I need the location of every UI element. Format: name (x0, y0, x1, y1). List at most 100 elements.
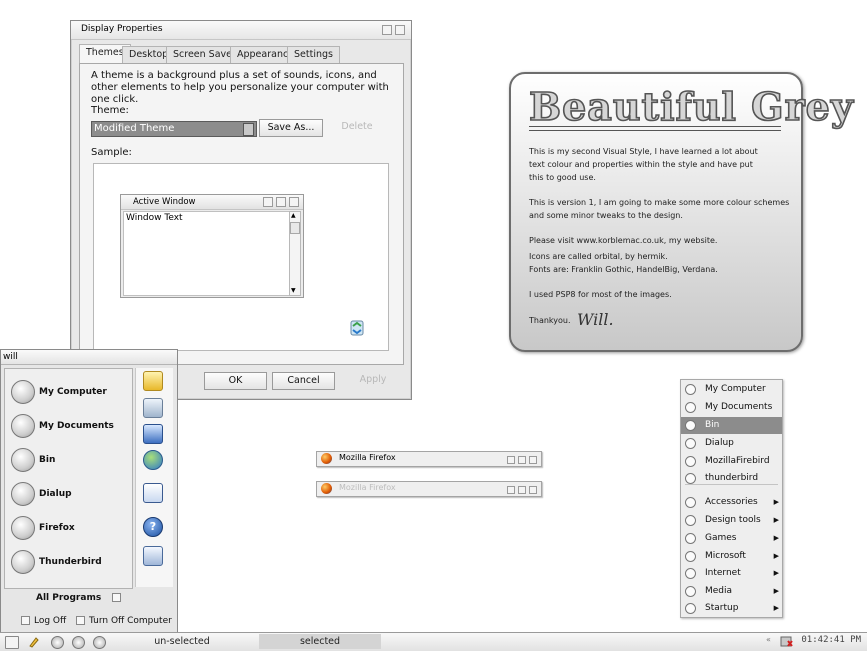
scroll-thumb (290, 222, 300, 234)
menu-item-my-computer[interactable]: My Computer (681, 381, 782, 398)
all-programs-button[interactable]: All Programs (36, 593, 125, 603)
card-line: I used PSP8 for most of the images. (529, 290, 672, 299)
taskbar-button-selected[interactable]: selected (259, 634, 381, 649)
firebird-icon (685, 456, 696, 467)
themes-description: A theme is a background plus a set of so… (91, 70, 389, 105)
close-icon[interactable] (529, 486, 537, 494)
quick-launch-icon[interactable] (72, 636, 85, 649)
clock[interactable]: 01:42:41 PM (801, 635, 861, 645)
start-item-label: Bin (39, 455, 56, 465)
submenu-arrow-icon: ▶ (773, 498, 779, 506)
card-line: This is my second Visual Style, I have l… (529, 147, 758, 156)
cancel-button[interactable]: Cancel (272, 372, 335, 390)
minimize-icon[interactable] (507, 486, 515, 494)
log-off-label: Log Off (34, 616, 67, 626)
tasks-icon[interactable] (143, 483, 163, 503)
start-menu-user: will (1, 350, 177, 365)
taskbar-button-unselected[interactable]: un-selected (122, 634, 242, 649)
card-line: text colour and properties within the st… (529, 160, 753, 169)
start-item-label: My Computer (39, 387, 107, 397)
edit-icon[interactable] (28, 636, 39, 648)
help-icon[interactable]: ? (143, 517, 163, 537)
taskbar: un-selected selected « 01:42:41 PM (0, 632, 867, 651)
menu-folder-internet[interactable]: Internet ▶ (681, 565, 782, 582)
menu-item-label: My Documents (705, 402, 773, 412)
menu-item-dialup[interactable]: Dialup (681, 435, 782, 452)
window-titlebar[interactable]: Display Properties (71, 21, 411, 40)
menu-item-label: Dialup (705, 438, 734, 448)
menu-item-label: Startup (705, 603, 739, 613)
play-icon (685, 568, 696, 579)
menu-folder-media[interactable]: Media ▶ (681, 583, 782, 600)
firefox-icon (11, 516, 35, 540)
menu-folder-design-tools[interactable]: Design tools ▶ (681, 512, 782, 529)
log-off-icon (21, 616, 30, 625)
theme-select[interactable]: Modified Theme (91, 121, 257, 137)
start-menu-places: ? (135, 368, 173, 587)
play-icon (685, 515, 696, 526)
computer-icon (685, 384, 696, 395)
window-title: Display Properties (81, 24, 163, 34)
start-button[interactable] (5, 636, 19, 649)
log-off-button[interactable]: Log Off (21, 616, 66, 626)
menu-item-label: Microsoft (705, 551, 746, 561)
menu-folder-games[interactable]: Games ▶ (681, 530, 782, 547)
firefox-titlebar-inactive[interactable]: Mozilla Firefox (316, 481, 542, 497)
play-icon (685, 551, 696, 562)
menu-item-label: MozillaFirebird (705, 456, 770, 466)
firefox-title: Mozilla Firefox (339, 453, 396, 462)
close-icon[interactable] (395, 25, 405, 35)
recent-documents-icon[interactable] (143, 398, 163, 418)
network-icon[interactable] (143, 450, 163, 470)
logo-underline (529, 126, 781, 131)
active-window-preview: Active Window Window Text ▲ ▼ (120, 194, 304, 298)
turn-off-button[interactable]: Turn Off Computer (76, 616, 172, 626)
tray-network-icon[interactable] (779, 635, 793, 648)
quick-launch-icon[interactable] (93, 636, 106, 649)
menu-folder-accessories[interactable]: Accessories ▶ (681, 494, 782, 511)
menu-item-my-documents[interactable]: My Documents (681, 399, 782, 416)
apply-button[interactable]: Apply (353, 372, 393, 388)
signature: Will. (577, 310, 614, 329)
close-icon[interactable] (529, 456, 537, 464)
help-icon[interactable] (382, 25, 392, 35)
maximize-icon[interactable] (518, 456, 526, 464)
menu-item-label: My Computer (705, 384, 766, 394)
control-panel-icon[interactable] (143, 424, 163, 444)
firefox-icon (321, 453, 332, 464)
start-menu: will My Computer My Documents Bin Dialup… (0, 349, 178, 634)
card-line: This is version 1, I am going to make so… (529, 198, 790, 207)
submenu-arrow-icon: ▶ (773, 587, 779, 595)
firefox-titlebar-active[interactable]: Mozilla Firefox (316, 451, 542, 467)
menu-folder-microsoft[interactable]: Microsoft ▶ (681, 548, 782, 565)
quick-launch-icon[interactable] (51, 636, 64, 649)
preview-scrollbar: ▲ ▼ (289, 211, 301, 296)
start-item-label: Dialup (39, 489, 72, 499)
all-programs-label: All Programs (36, 593, 102, 603)
save-as-button[interactable]: Save As... (259, 119, 323, 137)
maximize-icon[interactable] (518, 486, 526, 494)
folder-icon[interactable] (143, 371, 163, 391)
menu-item-mozillafirebird[interactable]: MozillaFirebird (681, 453, 782, 470)
theme-select-value: Modified Theme (94, 123, 175, 134)
menu-item-label: Games (705, 533, 737, 543)
submenu-arrow-icon: ▶ (773, 604, 779, 612)
tab-settings[interactable]: Settings (287, 46, 340, 63)
chevron-down-icon[interactable] (243, 123, 254, 136)
menu-item-bin[interactable]: Bin (681, 417, 782, 434)
menu-item-label: Accessories (705, 497, 758, 507)
tray-expand-icon[interactable]: « (766, 635, 771, 644)
delete-button[interactable]: Delete (337, 119, 377, 135)
ok-button[interactable]: OK (204, 372, 267, 390)
minimize-icon (263, 197, 273, 207)
play-icon (685, 586, 696, 597)
card-line: Thankyou. (529, 316, 571, 325)
menu-item-label: Design tools (705, 515, 761, 525)
submenu-arrow-icon: ▶ (773, 516, 779, 524)
dialup-icon (11, 482, 35, 506)
menu-separator (685, 484, 778, 485)
card-line: Please visit www.korblemac.co.uk, my web… (529, 236, 718, 245)
menu-folder-startup[interactable]: Startup ▶ (681, 600, 782, 617)
minimize-icon[interactable] (507, 456, 515, 464)
run-icon[interactable] (143, 546, 163, 566)
